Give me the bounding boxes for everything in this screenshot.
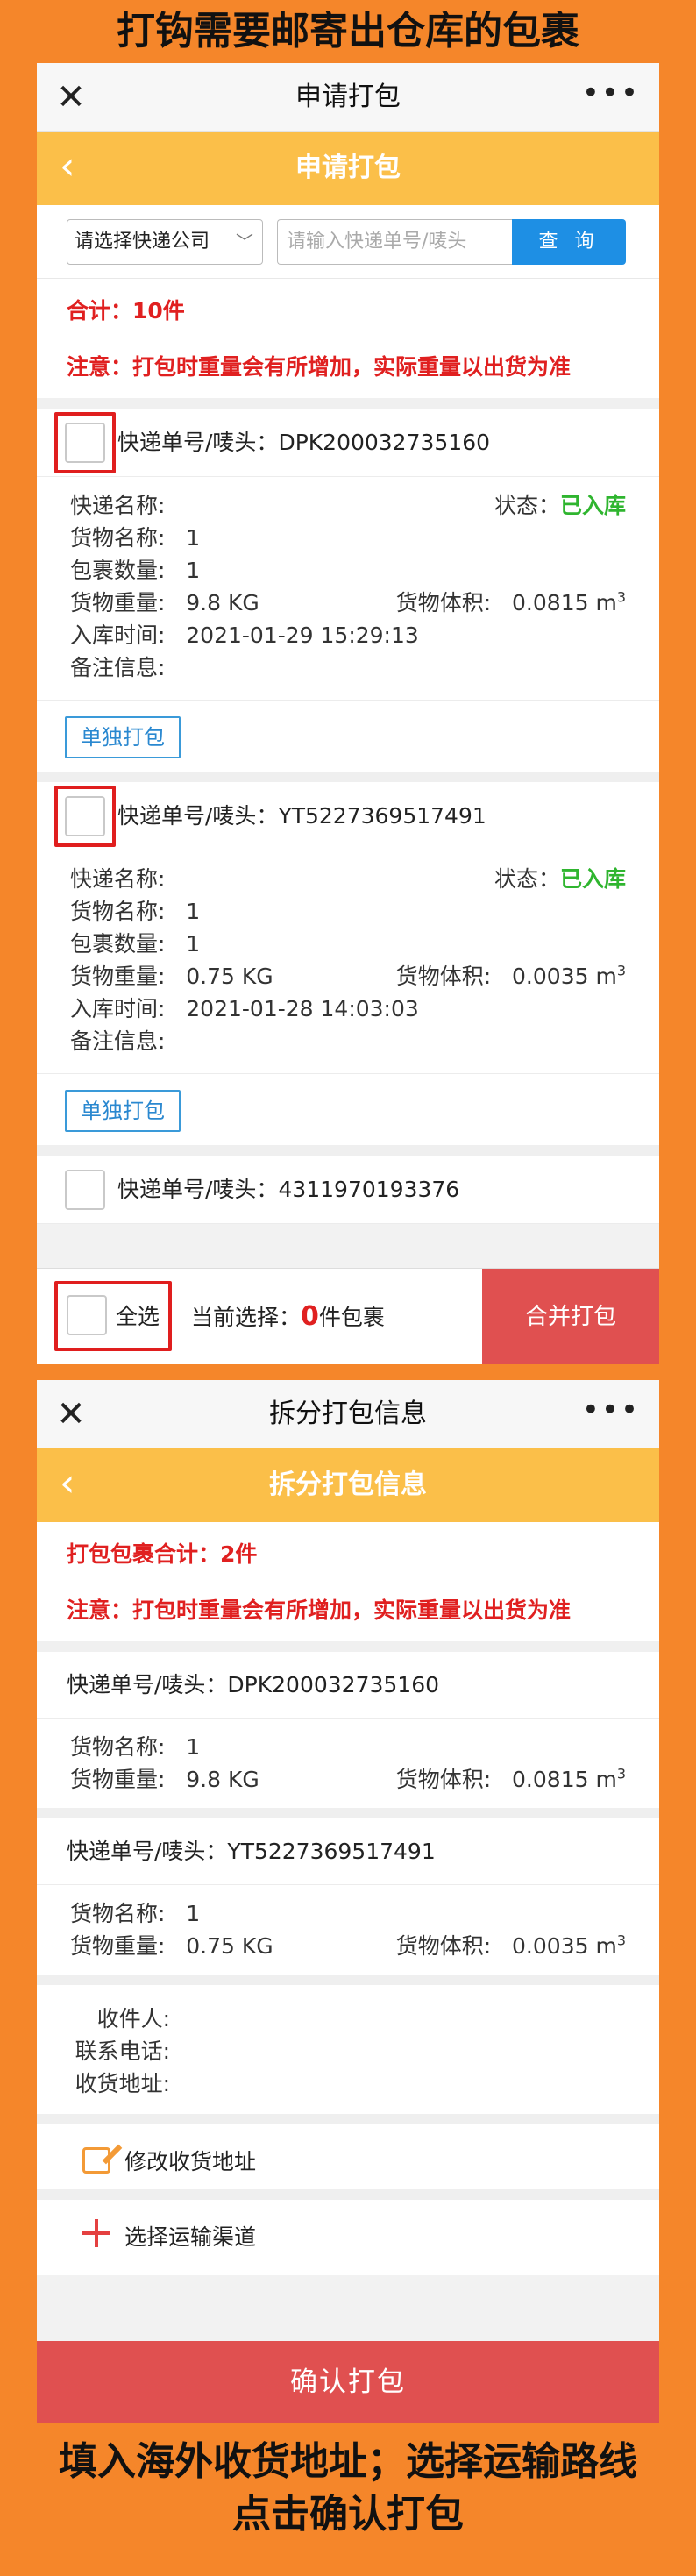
courier-select-value: 请选择快递公司 [75,231,210,253]
summary-notice: 合计：10件 注意：打包时重量会有所增加，实际重量以出货为准 [37,279,659,409]
page-header: ‹ 拆分打包信息 [37,1448,659,1522]
tracking-number: 快递单号/唛头：4311970193376 [117,1177,460,1202]
recipient-info: 收件人: 联系电话: 收货地址: [37,1985,659,2124]
wechat-title: 申请打包 [295,82,401,112]
current-selection: 当前选择：0件包裹 [191,1301,385,1332]
highlight-frame [54,786,116,847]
single-pack-button[interactable]: 单独打包 [65,1090,181,1132]
package-details: 快递名称: 状态：已入库 货物名称: 1 包裹数量: 1 货物重量: 9.8 K… [37,477,659,700]
package-card: 快递单号/唛头：DPK200032735160 快递名称: 状态：已入库 货物名… [37,409,659,782]
status-badge: 状态：已入库 [494,866,626,892]
tracking-number: 快递单号/唛头：YT5227369517491 [117,803,486,829]
weight-notice: 注意：打包时重量会有所增加，实际重量以出货为准 [67,354,572,380]
recipient-label: 收件人: [96,2006,170,2032]
remarks-row: 备注信息: [70,1028,166,1054]
edit-address-row[interactable]: 修改收货地址 [37,2124,659,2200]
pack-total: 打包包裹合计：2件 [67,1541,258,1567]
wechat-title: 拆分打包信息 [269,1398,427,1429]
plus-icon [82,2219,110,2247]
more-icon[interactable]: ••• [582,75,640,110]
pack-item-details: 货物名称: 1 货物重量: 0.75 KG 货物体积: 0.0035 m3 [70,1901,626,1959]
package-details: 快递名称: 状态：已入库 货物名称: 1 包裹数量: 1 货物重量: 0.75 … [37,850,659,1073]
page-title: 申请打包 [295,153,401,183]
status-badge: 状态：已入库 [494,493,626,518]
bottom-caption-line1: 填入海外收货地址；选择运输路线 [59,2439,637,2484]
weight-notice: 注意：打包时重量会有所增加，实际重量以出货为准 [67,1598,572,1623]
address-label: 收货地址: [75,2071,170,2096]
pack-item: 快递单号/唛头：DPK200032735160 货物名称: 1 货物重量: 9.… [37,1652,659,1818]
inbound-time-row: 入库时间: 2021-01-28 14:03:03 [70,996,419,1021]
pack-item: 快递单号/唛头：YT5227369517491 货物名称: 1 货物重量: 0.… [37,1818,659,1985]
split-pack-screen: ✕ 拆分打包信息 ••• ‹ 拆分打包信息 打包包裹合计：2件 注意：打包时重量… [37,1380,659,2423]
package-card: 快递单号/唛头：4311970193376 [37,1156,659,1224]
package-card-footer: 单独打包 [37,1073,659,1145]
edit-address-label: 修改收货地址 [124,2149,257,2174]
weight-row: 货物重量: 0.75 KG 货物体积: 0.0035 m3 [70,962,626,989]
inbound-time-row: 入库时间: 2021-01-29 15:29:13 [70,623,419,648]
package-card-header: 快递单号/唛头：DPK200032735160 [37,409,659,477]
pack-item-tracking: 快递单号/唛头：YT5227369517491 [37,1818,659,1885]
package-count-row: 包裹数量: 1 [70,931,201,957]
edit-icon [82,2147,110,2174]
page-header: ‹ 申请打包 [37,132,659,205]
weight-row: 货物重量: 9.8 KG 货物体积: 0.0815 m3 [70,588,626,616]
query-button[interactable]: 查 询 [512,219,626,265]
package-card-header: 快递单号/唛头：4311970193376 [37,1156,659,1224]
bottom-caption: 填入海外收货地址；选择运输路线 点击确认打包 [0,2436,696,2541]
wechat-title-bar: ✕ 拆分打包信息 ••• [37,1380,659,1448]
package-card: 快递单号/唛头：YT5227369517491 快递名称: 状态：已入库 货物名… [37,782,659,1156]
remarks-row: 备注信息: [70,655,166,680]
more-icon[interactable]: ••• [582,1392,640,1427]
single-pack-button[interactable]: 单独打包 [65,716,181,758]
goods-name-row: 货物名称: 1 [70,525,201,551]
select-channel-row[interactable]: 选择运输渠道 [37,2200,659,2275]
bottom-action-bar: 全选 当前选择：0件包裹 合并打包 [37,1268,659,1364]
package-card-header: 快递单号/唛头：YT5227369517491 [37,782,659,850]
package-card-footer: 单独打包 [37,700,659,772]
top-caption: 打钩需要邮寄出仓库的包裹 [117,9,579,53]
pack-item-tracking: 快递单号/唛头：DPK200032735160 [37,1652,659,1719]
courier-name-label: 快递名称: [70,493,166,518]
confirm-pack-button[interactable]: 确认打包 [37,2341,659,2423]
wechat-title-bar: ✕ 申请打包 ••• [37,63,659,132]
merge-pack-button[interactable]: 合并打包 [482,1269,659,1364]
select-all-label[interactable]: 全选 [116,1269,160,1364]
tracking-search-input[interactable]: 请输入快递单号/唛头 [277,219,512,265]
chevron-down-icon: ﹀ [236,231,253,253]
apply-pack-screen: ✕ 申请打包 ••• ‹ 申请打包 请选择快递公司 ﹀ 请输入快递单号/唛头 查… [37,63,659,1364]
summary-notice: 打包包裹合计：2件 注意：打包时重量会有所增加，实际重量以出货为准 [37,1522,659,1652]
courier-select[interactable]: 请选择快递公司 ﹀ [67,219,263,265]
highlight-frame [54,412,116,473]
courier-name-label: 快递名称: [70,866,166,892]
page-title: 拆分打包信息 [269,1469,427,1500]
bottom-caption-line2: 点击确认打包 [232,2492,464,2537]
tracking-number: 快递单号/唛头：DPK200032735160 [117,430,491,455]
package-checkbox[interactable] [65,1170,105,1210]
phone-label: 联系电话: [75,2039,170,2064]
package-count-row: 包裹数量: 1 [70,558,201,583]
pack-item-details: 货物名称: 1 货物重量: 9.8 KG 货物体积: 0.0815 m3 [70,1734,626,1792]
total-count: 合计：10件 [67,298,185,324]
search-row: 请选择快递公司 ﹀ 请输入快递单号/唛头 查 询 [37,205,659,279]
goods-name-row: 货物名称: 1 [70,899,201,924]
select-channel-label: 选择运输渠道 [124,2224,257,2250]
